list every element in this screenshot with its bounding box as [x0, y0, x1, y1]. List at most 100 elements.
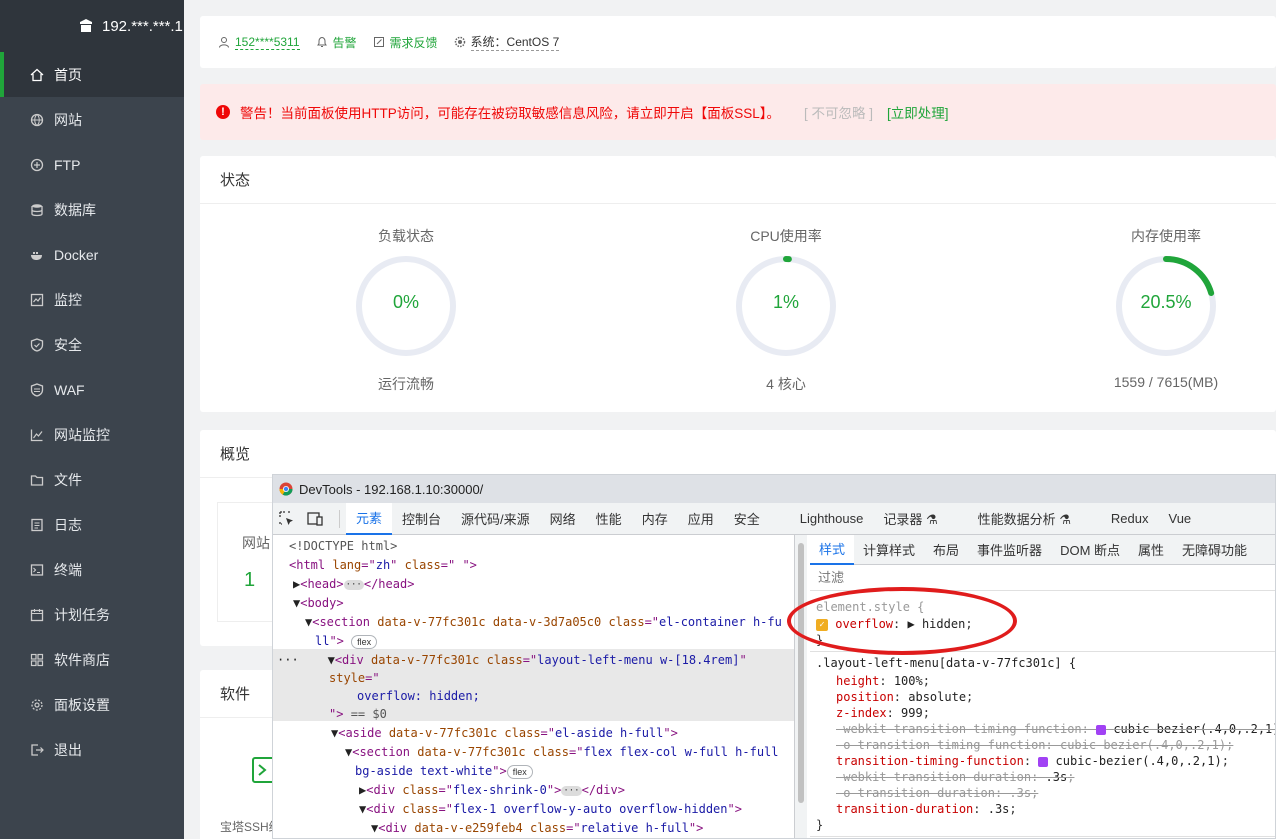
sidebar-item-label: 监控 — [54, 291, 82, 308]
device-toolbar-icon[interactable] — [301, 503, 329, 535]
tab-dom-breakpoints[interactable]: DOM 断点 — [1051, 535, 1129, 565]
alarm-link[interactable]: 告警 — [316, 34, 357, 51]
sidebar-item-app-store[interactable]: 软件商店 — [0, 637, 184, 682]
dom-line[interactable]: bg-aside text-white"> flex — [355, 762, 533, 780]
tab-accessibility[interactable]: 无障碍功能 — [1173, 535, 1256, 565]
scrollbar-thumb[interactable] — [798, 543, 804, 803]
css-declaration[interactable]: z-index: 999; — [836, 705, 930, 721]
css-declaration[interactable]: position: absolute; — [836, 689, 973, 705]
load-gauge[interactable]: 负载状态 0% 运行流畅 — [331, 228, 481, 394]
user-info[interactable]: 152****5311 — [218, 35, 300, 50]
dom-line[interactable]: <html lang="zh" class=" "> — [289, 556, 477, 574]
tab-vue[interactable]: Vue — [1159, 503, 1202, 535]
tab-layout[interactable]: 布局 — [924, 535, 968, 565]
bell-icon — [316, 36, 327, 47]
css-declaration-overridden[interactable]: -o-transition-duration: .3s; — [836, 785, 1038, 801]
css-declaration[interactable]: transition-duration: .3s; — [836, 801, 1017, 817]
tab-sources[interactable]: 源代码/来源 — [451, 503, 540, 535]
sidebar-item-logs[interactable]: 日志 — [0, 502, 184, 547]
devtools-window: DevTools - 192.168.1.10:30000/ 元素 控制台 源代… — [272, 474, 1276, 839]
calendar-icon — [30, 608, 44, 622]
sidebar-item-security[interactable]: 安全 — [0, 322, 184, 367]
css-declaration[interactable]: height: 100%; — [836, 673, 930, 689]
bt-logo-icon — [80, 19, 92, 32]
dom-line[interactable]: ··· ▼<div data-v-77fc301c class="layout-… — [277, 651, 747, 669]
tab-redux[interactable]: Redux — [1101, 503, 1159, 535]
ignore-link: [ 不可忽略 ] — [804, 106, 874, 121]
dom-line[interactable]: ▶<head> ··· </head> — [293, 575, 414, 593]
devtools-title: DevTools - 192.168.1.10:30000/ — [299, 481, 484, 497]
elements-scrollbar[interactable] — [795, 535, 807, 838]
sidebar-item-label: 安全 — [54, 336, 82, 353]
sidebar-item-cron[interactable]: 计划任务 — [0, 592, 184, 637]
tab-event-listeners[interactable]: 事件监听器 — [968, 535, 1051, 565]
dom-line[interactable]: ▼<body> — [293, 594, 344, 612]
rule-divider — [810, 836, 1275, 837]
sidebar-item-label: FTP — [54, 156, 81, 173]
dom-line[interactable]: style=" — [329, 669, 380, 687]
css-declaration-overridden[interactable]: -o-transition-timing-function: cubic-bez… — [836, 737, 1233, 753]
tab-application[interactable]: 应用 — [678, 503, 724, 535]
elements-panel[interactable]: <!DOCTYPE html> <html lang="zh" class=" … — [273, 535, 795, 838]
tab-properties[interactable]: 属性 — [1129, 535, 1173, 565]
sidebar-item-home[interactable]: 首页 — [0, 52, 184, 97]
alarm-label: 告警 — [332, 35, 357, 50]
status-card: 状态 负载状态 0% 运行流畅 CPU使用率 1% 4 核心 内存使用率 20.… — [200, 156, 1276, 412]
sidebar-item-monitor[interactable]: 监控 — [0, 277, 184, 322]
dom-line[interactable]: ll"> flex — [315, 632, 378, 650]
user-phone[interactable]: 152****5311 — [235, 35, 300, 50]
css-declaration[interactable]: ✓ overflow: ▶ hidden; — [816, 616, 973, 632]
dom-line[interactable]: <!DOCTYPE html> — [289, 537, 397, 555]
feedback-label: 需求反馈 — [389, 35, 438, 50]
cpu-gauge[interactable]: CPU使用率 1% 4 核心 — [711, 228, 861, 394]
sidebar: 192.***.***.1 首页 网站 FTP 数据库 Docker 监控 安全… — [0, 0, 184, 839]
sidebar-item-label: 计划任务 — [54, 606, 110, 623]
tab-security[interactable]: 安全 — [724, 503, 770, 535]
tab-performance-insights[interactable]: 性能数据分析 ⚗ — [968, 503, 1081, 535]
sidebar-item-terminal[interactable]: 终端 — [0, 547, 184, 592]
sidebar-item-waf[interactable]: WAF — [0, 367, 184, 412]
sidebar-item-settings[interactable]: 面板设置 — [0, 682, 184, 727]
dom-line[interactable]: "> == $0 — [329, 705, 387, 723]
tab-computed[interactable]: 计算样式 — [854, 535, 924, 565]
tab-network[interactable]: 网络 — [540, 503, 586, 535]
tab-console[interactable]: 控制台 — [392, 503, 451, 535]
monitor-icon — [30, 293, 44, 307]
dom-line[interactable]: ▶<div class="flex-shrink-0"> ··· </div> — [359, 781, 625, 799]
sidebar-item-files[interactable]: 文件 — [0, 457, 184, 502]
http-warning-banner: ! 警告！当前面板使用HTTP访问，可能存在被窃取敏感信息风险，请立即开启【面板… — [200, 84, 1276, 140]
dom-line[interactable]: overflow: hidden; — [357, 687, 480, 705]
system-info[interactable]: 系统：CentOS 7 — [454, 33, 560, 51]
server-header[interactable]: 192.***.***.1 — [0, 0, 184, 52]
inspect-element-icon[interactable] — [273, 503, 301, 535]
sidebar-item-docker[interactable]: Docker — [0, 232, 184, 277]
styles-filter-input[interactable] — [818, 570, 1018, 585]
gauge-title: 负载状态 — [378, 228, 434, 244]
tab-lighthouse[interactable]: Lighthouse — [790, 503, 874, 535]
css-declaration-overridden[interactable]: -webkit-transition-timing-function: cubi… — [836, 721, 1275, 737]
sidebar-item-database[interactable]: 数据库 — [0, 187, 184, 232]
tab-styles[interactable]: 样式 — [810, 534, 855, 565]
styles-tabbar: 样式 计算样式 布局 事件监听器 DOM 断点 属性 无障碍功能 — [810, 534, 1275, 565]
dom-line[interactable]: ▼<section data-v-77fc301c class="flex fl… — [345, 743, 779, 761]
dom-line[interactable]: ▼<aside data-v-77fc301c class="el-aside … — [331, 724, 678, 742]
fix-now-link[interactable]: [立即处理] — [887, 102, 949, 122]
sidebar-item-website[interactable]: 网站 — [0, 97, 184, 142]
sidebar-item-site-monitor[interactable]: 网站监控 — [0, 412, 184, 457]
dom-line[interactable]: ▼<div data-v-e259feb4 class="relative h-… — [371, 819, 703, 837]
memory-gauge[interactable]: 内存使用率 20.5% 1559 / 7615(MB) — [1091, 228, 1241, 390]
dom-line[interactable]: ▼<div class="flex-1 overflow-y-auto over… — [359, 800, 742, 818]
server-address: 192.***.***.1 — [102, 17, 183, 35]
tab-memory[interactable]: 内存 — [632, 503, 678, 535]
tab-recorder[interactable]: 记录器 ⚗ — [873, 503, 947, 535]
feedback-link[interactable]: 需求反馈 — [373, 34, 438, 51]
tab-elements[interactable]: 元素 — [346, 502, 393, 535]
dom-line[interactable]: ▼<section data-v-77fc301c data-v-3d7a05c… — [305, 613, 782, 631]
css-declaration-overridden[interactable]: -webkit-transition-duration: .3s; — [836, 769, 1074, 785]
gauge-value: 0% — [392, 292, 419, 312]
rule-close: } — [816, 633, 824, 647]
sidebar-item-ftp[interactable]: FTP — [0, 142, 184, 187]
tab-performance[interactable]: 性能 — [586, 503, 632, 535]
sidebar-item-logout[interactable]: 退出 — [0, 727, 184, 772]
css-declaration[interactable]: transition-timing-function: cubic-bezier… — [836, 753, 1229, 769]
